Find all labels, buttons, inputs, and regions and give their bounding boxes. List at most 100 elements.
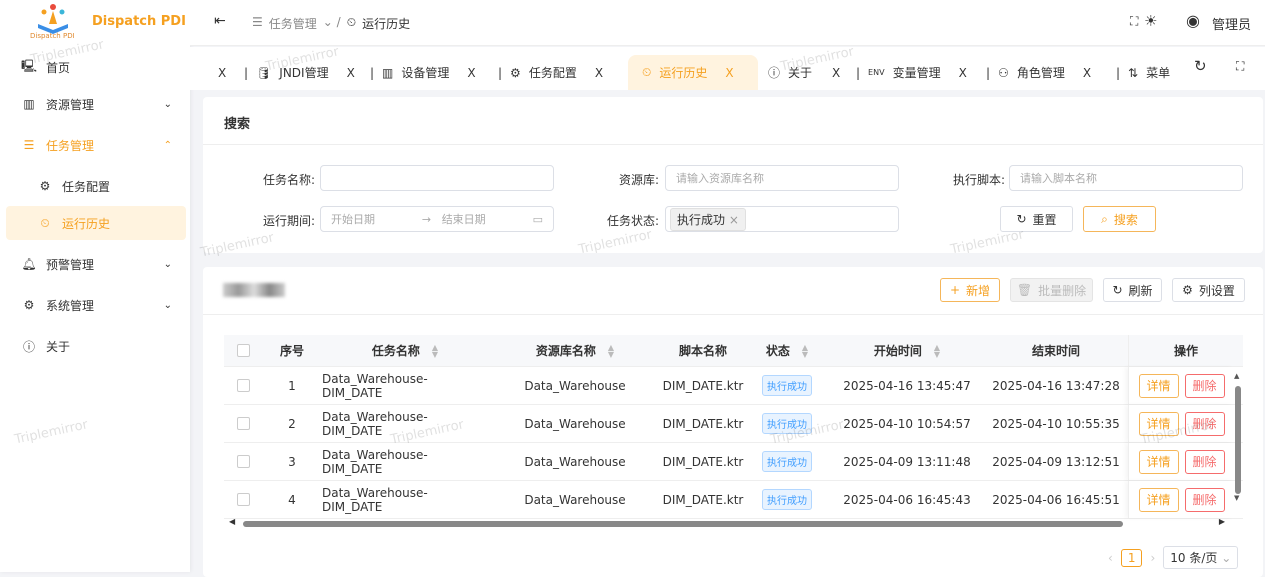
sidebar-item-home[interactable]: 🖳 首页 (0, 49, 190, 85)
breadcrumb: ☰ 任务管理 ⌄ / ⏲ 运行历史 (252, 15, 411, 32)
close-icon[interactable]: × (729, 213, 739, 227)
table-row: 1 Data_Warehouse-DIM_DATE Data_Warehouse… (224, 367, 1243, 405)
tab-close[interactable]: X (347, 66, 355, 80)
next-page-icon[interactable]: › (1150, 551, 1155, 565)
script-label: 执行脚本: (952, 173, 1005, 187)
refresh-icon: ↻ (1112, 283, 1123, 297)
horizontal-scrollbar[interactable]: ◀ ▶ (229, 517, 1225, 529)
tab-close[interactable]: X (1083, 66, 1091, 80)
tab-task-config[interactable]: | ⚙ 任务配置 X (498, 55, 603, 90)
delete-button[interactable]: 删除 (1184, 487, 1225, 512)
sidebar-item-resources[interactable]: ▥ 资源管理 ⌄ (0, 86, 190, 122)
fullscreen-icon[interactable]: ⛶ (1236, 59, 1244, 74)
label: 任务配置 (62, 179, 111, 194)
prev-page-icon[interactable]: ‹ (1108, 551, 1113, 565)
delete-button[interactable]: 删除 (1184, 373, 1225, 398)
cell-repo: Data_Warehouse (524, 492, 626, 507)
start-date[interactable]: 开始日期 (331, 211, 422, 227)
tab-close[interactable]: X (218, 55, 226, 90)
cell-end: 2025-04-09 13:12:51 (992, 454, 1120, 469)
col-status[interactable]: 状态 ▲ ▼ (744, 335, 830, 366)
chevron-up-icon: ⌃ (163, 139, 172, 151)
collapse-menu-icon[interactable]: ⇤ (214, 13, 226, 29)
column-settings-button[interactable]: ⚙ 列设置 (1172, 278, 1245, 302)
plus-icon: + (949, 283, 961, 297)
col-actions: 操作 (1128, 335, 1243, 366)
user-icon[interactable]: ◉ (1186, 11, 1200, 30)
sidebar-item-task-config[interactable]: ⚙ 任务配置 (0, 168, 190, 204)
task-name-input[interactable] (320, 165, 554, 191)
refresh-button[interactable]: ↻ 刷新 (1103, 278, 1162, 302)
sort-icon[interactable]: ▲ ▼ (608, 343, 614, 358)
sidebar-item-system[interactable]: ⚙ 系统管理 ⌄ (0, 287, 190, 323)
settings-screen-icon: ⚙ (23, 298, 35, 312)
cell-task: Data_Warehouse-DIM_DATE (322, 485, 428, 514)
sidebar-item-alerts[interactable]: 🔔︎ 预警管理 ⌄ (0, 246, 190, 282)
logo-text: Dispatch PDI (30, 32, 75, 40)
tab-label: 运行历史 (659, 66, 708, 80)
refresh-icon[interactable]: ↻ (1194, 57, 1207, 75)
table-row: 3 Data_Warehouse-DIM_DATE Data_Warehouse… (224, 443, 1243, 481)
tab-label: 任务配置 (528, 66, 577, 80)
user-name[interactable]: 管理员 (1212, 14, 1251, 33)
cell-start: 2025-04-10 10:54:57 (843, 416, 971, 431)
fullscreen-icon[interactable]: ⛶ (1130, 14, 1138, 29)
env-icon: ENV (868, 68, 885, 77)
tab-menu[interactable]: | ⇅ 菜单 (1116, 55, 1170, 90)
sun-icon[interactable]: ☀ (1144, 12, 1157, 30)
script-input[interactable]: 请输入脚本名称 (1009, 165, 1243, 191)
detail-button[interactable]: 详情 (1138, 373, 1179, 398)
repo-input[interactable]: 请输入资源库名称 (665, 165, 899, 191)
period-label: 运行期间: (262, 214, 315, 228)
row-checkbox[interactable] (236, 417, 250, 430)
tab-close[interactable]: X (725, 66, 733, 80)
date-range-input[interactable]: 开始日期 → 结束日期 ▭ (320, 206, 554, 232)
repo-label: 资源库: (618, 173, 659, 187)
delete-button[interactable]: 删除 (1184, 449, 1225, 474)
add-button[interactable]: + 新增 (940, 278, 1000, 302)
sort-icon[interactable]: ▲ ▼ (934, 343, 940, 358)
label: 10 条/页 (1170, 551, 1218, 565)
info-icon: ⓘ (22, 339, 35, 354)
cell-start: 2025-04-06 16:45:43 (843, 492, 971, 507)
sort-icon[interactable]: ▲ ▼ (802, 343, 808, 358)
reset-button[interactable]: ↻ 重置 (1000, 206, 1073, 232)
status-select[interactable]: 执行成功 × (665, 206, 899, 232)
col-task[interactable]: 任务名称 ▲ ▼ (322, 335, 488, 366)
tab-run-history[interactable]: ⏲ 运行历史 X (628, 55, 758, 90)
tab-close[interactable]: X (467, 66, 475, 80)
row-checkbox[interactable] (236, 493, 250, 506)
vertical-scrollbar[interactable]: ▲ ▼ (1234, 372, 1242, 512)
sidebar-item-about[interactable]: ⓘ 关于 (0, 328, 190, 364)
col-start[interactable]: 开始时间 ▲ ▼ (830, 335, 984, 366)
breadcrumb-item[interactable]: 任务管理 (269, 15, 317, 32)
status-badge: 执行成功 (762, 451, 812, 472)
cell-no: 1 (288, 378, 296, 393)
tab-close[interactable]: X (832, 66, 840, 80)
select-all-checkbox[interactable] (236, 344, 250, 357)
tab-close[interactable]: X (959, 66, 967, 80)
sidebar-item-run-history[interactable]: ⏲ 运行历史 (6, 206, 186, 240)
label: 资源库名称 (535, 344, 596, 358)
tab-close[interactable]: X (595, 66, 603, 80)
sort-icon[interactable]: ▲ ▼ (432, 343, 438, 358)
status-badge: 执行成功 (762, 489, 812, 510)
tab-variables[interactable]: | ENV 变量管理 X (856, 55, 967, 90)
search-card: 搜索 任务名称: 资源库: 请输入资源库名称 执行脚本: 请输入脚本名称 运行期… (203, 97, 1263, 253)
detail-button[interactable]: 详情 (1138, 487, 1179, 512)
page-size-select[interactable]: 10 条/页 ⌄ (1163, 546, 1239, 569)
end-date[interactable]: 结束日期 (442, 211, 533, 227)
tab-devices[interactable]: | ▥ 设备管理 X (370, 55, 476, 90)
sidebar-item-tasks[interactable]: ☰ 任务管理 ⌃ (0, 127, 190, 163)
page-number[interactable]: 1 (1120, 548, 1143, 567)
col-repo[interactable]: 资源库名称 ▲ ▼ (488, 335, 662, 366)
batch-delete-button[interactable]: 🗑︎ 批量删除 (1010, 278, 1093, 302)
chevron-down-icon: ⌄ (163, 299, 172, 311)
row-checkbox[interactable] (236, 455, 250, 468)
user-role-icon: ⚇ (998, 65, 1009, 80)
detail-button[interactable]: 详情 (1138, 449, 1179, 474)
search-button[interactable]: ⌕ 搜索 (1083, 206, 1156, 232)
tab-roles[interactable]: | ⚇ 角色管理 X (986, 55, 1091, 90)
row-checkbox[interactable] (236, 379, 250, 392)
status-badge: 执行成功 (762, 375, 812, 396)
